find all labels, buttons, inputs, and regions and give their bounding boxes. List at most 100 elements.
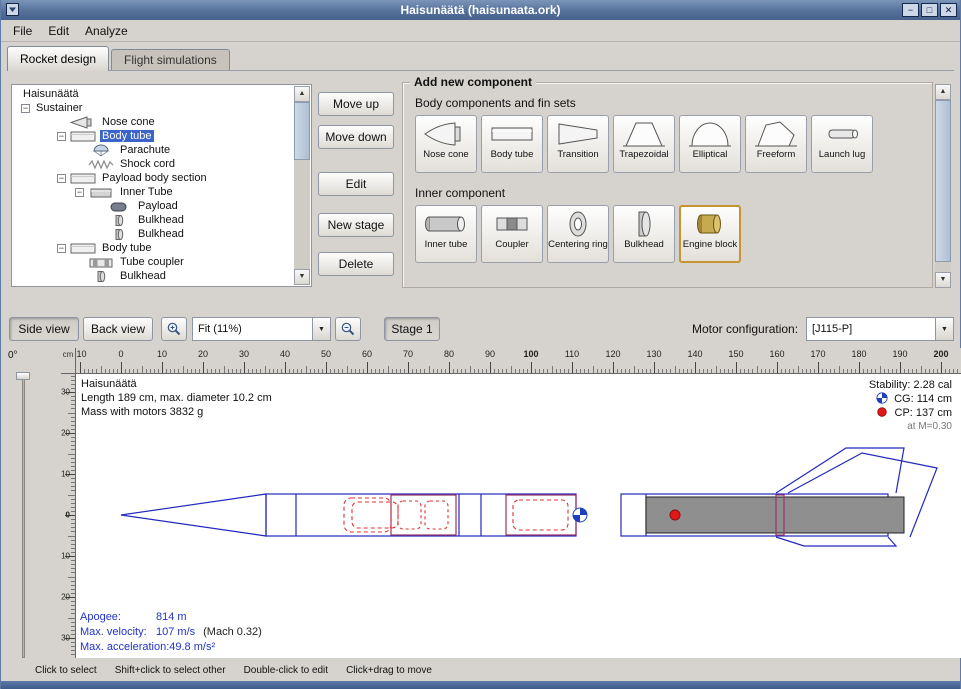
move-up-button[interactable]: Move up: [318, 92, 394, 116]
tree-row[interactable]: Tube coupler: [13, 255, 294, 269]
tree-label: Shock cord: [118, 158, 177, 170]
back-view-button[interactable]: Back view: [83, 317, 153, 341]
bulkhead-icon: [106, 228, 132, 241]
new-stage-button[interactable]: New stage: [318, 213, 394, 237]
tree-row[interactable]: − Body tube: [13, 241, 294, 255]
zoom-out-button[interactable]: [335, 317, 361, 341]
menu-file[interactable]: File: [5, 22, 40, 40]
cp-icon: [876, 406, 888, 418]
delete-button[interactable]: Delete: [318, 252, 394, 276]
application-window: Haisunäätä (haisunaata.ork) − □ ✕ FileEd…: [0, 0, 961, 689]
tree-label: Haisunäätä: [21, 88, 81, 100]
action-buttons: Move up Move down Edit New stage Delete: [318, 84, 395, 287]
tree-row[interactable]: Payload: [13, 199, 294, 213]
tree-expander-icon[interactable]: −: [75, 188, 84, 197]
transition-button[interactable]: Transition: [547, 115, 609, 173]
tree-row[interactable]: Parachute: [13, 143, 294, 157]
ruler-label: 40: [280, 349, 290, 359]
innertube-icon: [88, 186, 114, 199]
status-hint: Click+drag to move: [346, 665, 432, 676]
tree-scrollbar[interactable]: ▲ ▼: [294, 86, 310, 285]
inner-tube-icon: [423, 208, 469, 240]
shockcord-icon: [88, 158, 114, 171]
tree-row[interactable]: −Payload body section: [13, 171, 294, 185]
nose-cone-button[interactable]: Nose cone: [415, 115, 477, 173]
side-view-button[interactable]: Side view: [9, 317, 79, 341]
edit-button[interactable]: Edit: [318, 172, 394, 196]
tree-row[interactable]: Shock cord: [13, 157, 294, 171]
tree-expander-icon[interactable]: −: [21, 104, 30, 113]
component-tree-panel: Haisunäätä−SustainerNose cone−Body tubeP…: [11, 84, 312, 287]
body-tube-button[interactable]: Body tube: [481, 115, 543, 173]
maximize-icon[interactable]: □: [921, 3, 938, 17]
menu-bar: FileEditAnalyze: [1, 20, 960, 42]
engine-block-button[interactable]: Engine block: [679, 205, 741, 263]
motor-configuration-select[interactable]: [J115-P] ▼: [806, 317, 954, 341]
scrollbar-thumb[interactable]: [935, 100, 951, 262]
transition-icon: [555, 118, 601, 150]
tree-expander-icon[interactable]: −: [57, 132, 66, 141]
ruler-label: 50: [321, 349, 331, 359]
tree-expander-icon[interactable]: −: [57, 244, 66, 253]
scroll-down-icon[interactable]: ▼: [935, 272, 951, 288]
tree-row[interactable]: Haisunäätä: [13, 87, 294, 101]
component-button-row: Nose coneBody tubeTransitionTrapezoidalE…: [415, 115, 932, 173]
freeform-button[interactable]: Freeform: [745, 115, 807, 173]
tree-label: Sustainer: [34, 102, 84, 114]
zoom-level-select[interactable]: Fit (11%) ▼: [192, 317, 331, 341]
tree-label: Parachute: [118, 144, 172, 156]
tab-flight-simulations[interactable]: Flight simulations: [111, 49, 230, 70]
flight-stat-row: Max. velocity:107 m/s(Mach 0.32): [80, 625, 262, 640]
tree-row[interactable]: Bulkhead: [13, 213, 294, 227]
tree-expander-icon[interactable]: −: [57, 174, 66, 183]
tree-label: Payload: [136, 200, 180, 212]
tree-label: Body tube: [100, 242, 154, 254]
stage-1-button[interactable]: Stage 1: [384, 317, 440, 341]
title-bar[interactable]: Haisunäätä (haisunaata.ork) − □ ✕: [1, 0, 960, 20]
launch-lug-button[interactable]: Launch lug: [811, 115, 873, 173]
scroll-up-icon[interactable]: ▲: [935, 84, 951, 100]
centering-ring-button[interactable]: Centering ring: [547, 205, 609, 263]
zoom-in-button[interactable]: [161, 317, 187, 341]
minimize-icon[interactable]: −: [902, 3, 919, 17]
ruler-label: 140: [687, 349, 702, 359]
menu-edit[interactable]: Edit: [40, 22, 77, 40]
ruler-label: 160: [769, 349, 784, 359]
add-component-panel: Body components and fin setsNose coneBod…: [402, 82, 933, 288]
inner-tube-button[interactable]: Inner tube: [415, 205, 477, 263]
scroll-up-icon[interactable]: ▲: [294, 86, 310, 102]
tree-row[interactable]: Bulkhead: [13, 227, 294, 241]
cg-marker: [573, 508, 587, 522]
scrollbar-thumb[interactable]: [294, 102, 310, 160]
mach-condition: at M=0.30: [869, 420, 952, 434]
scroll-down-icon[interactable]: ▼: [294, 269, 310, 285]
elliptical-button[interactable]: Elliptical: [679, 115, 741, 173]
ruler-label: 10: [157, 349, 167, 359]
rotation-slider[interactable]: [15, 372, 31, 658]
close-icon[interactable]: ✕: [940, 3, 957, 17]
tab-rocket-design[interactable]: Rocket design: [7, 46, 109, 71]
window-controls: − □ ✕: [902, 3, 957, 17]
menu-analyze[interactable]: Analyze: [77, 22, 136, 40]
add-panel-scrollbar[interactable]: ▲ ▼: [935, 84, 951, 288]
rotation-slider-thumb[interactable]: [16, 372, 30, 380]
bodytube-icon: [70, 130, 96, 143]
rocket-view-canvas[interactable]: Haisunäätä Length 189 cm, max. diameter …: [76, 374, 961, 658]
chevron-down-icon[interactable]: ▼: [312, 318, 330, 340]
tree-row[interactable]: −Sustainer: [13, 101, 294, 115]
tree-row[interactable]: −Body tube: [13, 129, 294, 143]
nose-cone-icon: [423, 118, 469, 150]
ruler-label: 170: [810, 349, 825, 359]
bulkhead-button[interactable]: Bulkhead: [613, 205, 675, 263]
coupler-button[interactable]: Coupler: [481, 205, 543, 263]
component-section-label: Inner component: [415, 186, 932, 200]
tree-row[interactable]: Nose cone: [13, 115, 294, 129]
ruler-unit-label: cm: [61, 348, 76, 374]
tree-row[interactable]: Bulkhead: [13, 269, 294, 283]
ruler-label: 20: [198, 349, 208, 359]
tree-row[interactable]: −Inner Tube: [13, 185, 294, 199]
trapezoidal-button[interactable]: Trapezoidal: [613, 115, 675, 173]
add-panel-title: Add new component: [410, 75, 536, 89]
move-down-button[interactable]: Move down: [318, 125, 394, 149]
chevron-down-icon[interactable]: ▼: [935, 318, 953, 340]
